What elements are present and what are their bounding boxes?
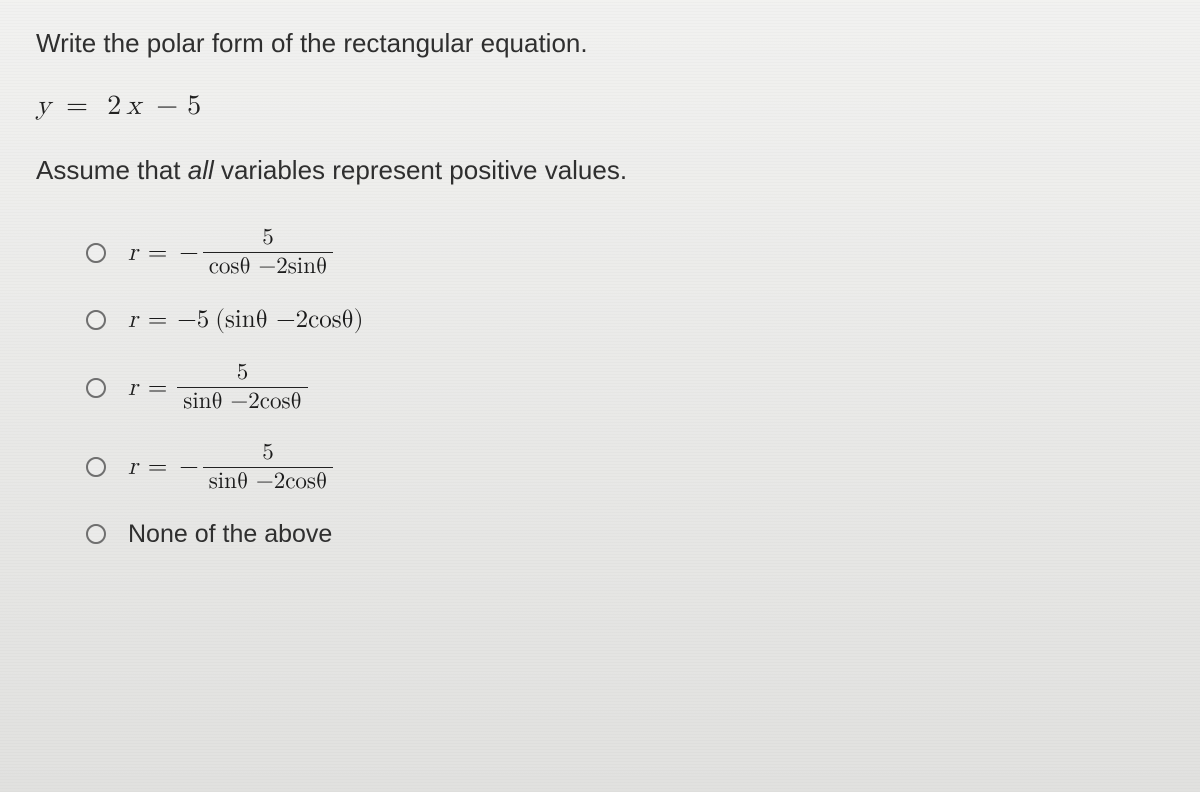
option-b[interactable]: r = −5 (sinθ −2cosθ) — [86, 305, 1164, 335]
radio-icon[interactable] — [86, 243, 106, 263]
eq-const: 5 — [183, 92, 206, 120]
radio-icon[interactable] — [86, 457, 106, 477]
var-r: r — [128, 373, 138, 403]
question-prompt: Write the polar form of the rectangular … — [36, 28, 1164, 59]
equals-sign: = — [138, 452, 177, 482]
given-equation: y = 2x −5 — [36, 89, 1164, 123]
numerator: 5 — [256, 441, 280, 467]
eq-equals: = — [62, 92, 93, 120]
option-c-math: r = 5 sinθ −2cosθ — [128, 361, 308, 414]
equals-sign: = — [138, 373, 177, 403]
eq-lhs-var: y — [36, 92, 52, 120]
denominator: cosθ −2sinθ — [203, 252, 334, 279]
option-a-math: r = − 5 cosθ −2sinθ — [128, 226, 333, 279]
negative-sign: − — [177, 238, 202, 268]
assume-pre: Assume that — [36, 155, 188, 185]
option-e[interactable]: None of the above — [86, 520, 1164, 549]
assume-post: variables represent positive values. — [214, 155, 627, 185]
denominator: sinθ −2cosθ — [177, 387, 308, 414]
coef: −5 — [177, 305, 209, 335]
denominator: sinθ −2cosθ — [203, 467, 334, 494]
options-list: r = − 5 cosθ −2sinθ r = −5 (sinθ −2cosθ) — [36, 226, 1164, 549]
var-r: r — [128, 452, 138, 482]
eq-minus: − — [152, 92, 183, 120]
negative-sign: − — [177, 452, 202, 482]
radio-icon[interactable] — [86, 310, 106, 330]
option-e-label: None of the above — [128, 520, 332, 549]
equals-sign: = — [138, 305, 177, 335]
option-d-math: r = − 5 sinθ −2cosθ — [128, 441, 333, 494]
option-b-math: r = −5 (sinθ −2cosθ) — [128, 305, 363, 335]
equals-sign: = — [138, 238, 177, 268]
eq-coef: 2 — [103, 92, 126, 120]
assume-ital: all — [188, 155, 214, 185]
fraction: 5 sinθ −2cosθ — [203, 441, 334, 494]
option-d[interactable]: r = − 5 sinθ −2cosθ — [86, 441, 1164, 494]
radio-icon[interactable] — [86, 524, 106, 544]
fraction: 5 sinθ −2cosθ — [177, 361, 308, 414]
var-r: r — [128, 305, 138, 335]
eq-rhs-var: x — [126, 92, 142, 120]
paren-expr: (sinθ −2cosθ) — [215, 305, 363, 335]
var-r: r — [128, 238, 138, 268]
option-a[interactable]: r = − 5 cosθ −2sinθ — [86, 226, 1164, 279]
fraction: 5 cosθ −2sinθ — [203, 226, 334, 279]
numerator: 5 — [231, 361, 255, 387]
assumption-text: Assume that all variables represent posi… — [36, 155, 1164, 186]
option-c[interactable]: r = 5 sinθ −2cosθ — [86, 361, 1164, 414]
radio-icon[interactable] — [86, 378, 106, 398]
question-container: Write the polar form of the rectangular … — [0, 0, 1200, 603]
numerator: 5 — [256, 226, 280, 252]
